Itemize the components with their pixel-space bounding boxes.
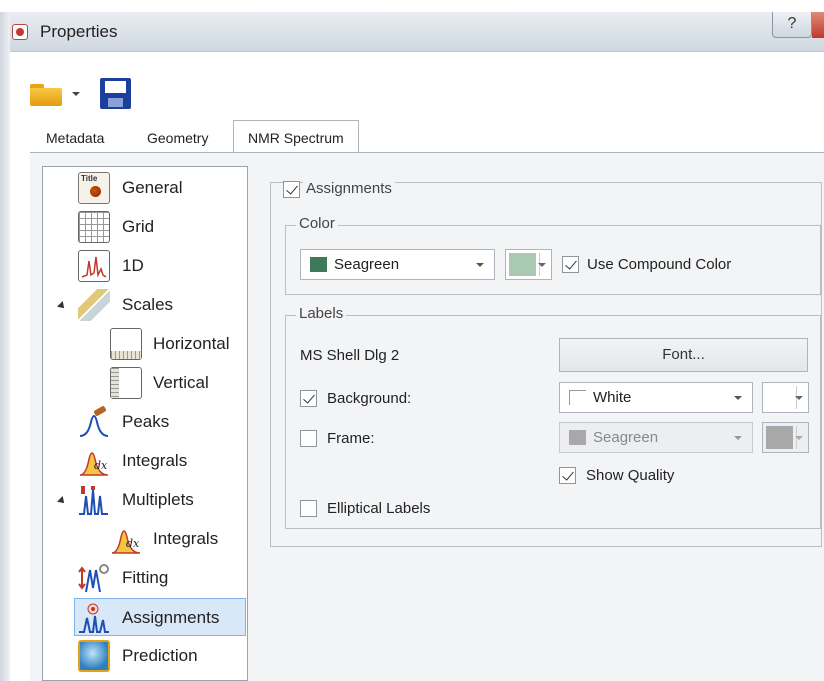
title-icon [78, 172, 110, 204]
close-button[interactable] [812, 12, 824, 38]
window-frame-edge [0, 12, 10, 681]
ruler-vertical-icon [110, 367, 142, 399]
prediction-icon [78, 640, 110, 672]
tree-item-label: Assignments [122, 608, 220, 627]
compound-color-picker[interactable] [505, 249, 552, 280]
top-strip [0, 0, 824, 12]
frame-checkbox[interactable] [300, 430, 317, 447]
tree-item-fitting[interactable]: Fitting [43, 559, 247, 597]
frame-picker-swatch [766, 426, 793, 449]
frame-label: Frame: [327, 430, 375, 447]
assignments-checkbox[interactable] [283, 181, 300, 198]
labels-group: Labels MS Shell Dlg 2 Font... Background… [285, 305, 821, 529]
tree-item-label: Peaks [122, 412, 170, 431]
tree-item-multiplets[interactable]: Multiplets [43, 481, 247, 519]
tree-item-label: Fitting [122, 568, 169, 587]
peak-pick-icon [78, 406, 110, 438]
tree-item-label: Grid [122, 217, 155, 236]
frame-swatch [569, 430, 586, 445]
frame-color-picker[interactable] [762, 422, 809, 453]
frame-color-select[interactable]: Seagreen [559, 422, 753, 453]
tree-item-label: Multiplets [122, 490, 194, 509]
folder-open-icon[interactable] [30, 84, 62, 106]
color-select-value: Seagreen [334, 256, 400, 273]
app-icon [12, 24, 28, 40]
assignments-title: Assignments [303, 180, 395, 197]
properties-window: Properties ? Metadata Geometry NMR Spect… [0, 0, 824, 681]
assignment-icon [78, 602, 110, 634]
compound-color-swatch [509, 253, 536, 276]
show-quality-checkbox[interactable] [559, 467, 576, 484]
chevron-down-icon [538, 263, 546, 267]
tree-expander-icon[interactable] [57, 301, 67, 311]
chevron-down-icon [734, 396, 742, 400]
window-title: Properties [40, 22, 118, 41]
show-quality-label: Show Quality [586, 467, 675, 484]
use-compound-color-label: Use Compound Color [587, 256, 732, 273]
background-color-picker[interactable] [762, 382, 809, 413]
background-swatch [569, 390, 586, 405]
tree-item-general[interactable]: General [43, 169, 247, 207]
background-picker-swatch [766, 386, 793, 409]
color-group-title: Color [296, 215, 338, 232]
background-label: Background: [327, 390, 412, 407]
color-select[interactable]: Seagreen [300, 249, 495, 280]
tree-item-label: Horizontal [153, 334, 230, 353]
svg-text:dx: dx [94, 459, 108, 472]
tree-item-label: Integrals [153, 529, 219, 548]
font-name-label: MS Shell Dlg 2 [300, 347, 400, 364]
fitting-icon [78, 562, 110, 594]
tree-item-label: Integrals [122, 451, 188, 470]
spectrum-1d-icon [78, 250, 110, 282]
tree-item-grid[interactable]: Grid [43, 208, 247, 246]
tree-item-label: Vertical [153, 373, 209, 392]
tree-item-assignments[interactable]: Assignments [74, 598, 246, 636]
rulers-icon [78, 289, 110, 321]
chevron-down-icon [734, 436, 742, 440]
chevron-down-icon[interactable] [72, 92, 80, 96]
integral-icon: dx [110, 523, 142, 555]
frame-select-value: Seagreen [593, 429, 659, 446]
help-button[interactable]: ? [772, 12, 812, 38]
svg-text:dx: dx [126, 537, 140, 550]
tab-geometry[interactable]: Geometry [133, 124, 222, 153]
tree-item-vertical[interactable]: Vertical [43, 364, 247, 402]
integral-icon: dx [78, 445, 110, 477]
tree-expander-icon[interactable] [57, 496, 67, 506]
grid-icon [78, 211, 110, 243]
title-bar[interactable] [0, 12, 824, 52]
chevron-down-icon [476, 263, 484, 267]
tree-item-integrals[interactable]: dx Integrals [43, 442, 247, 480]
elliptical-labels-checkbox[interactable] [300, 500, 317, 517]
tree-item-prediction[interactable]: Prediction [43, 637, 247, 675]
tree-item-label: Scales [122, 295, 174, 314]
background-select-value: White [593, 389, 632, 406]
multiplet-icon [78, 484, 110, 516]
tree-item-multiplet-integrals[interactable]: dx Integrals [43, 520, 247, 558]
tab-nmr-spectrum[interactable]: NMR Spectrum [233, 120, 359, 154]
use-compound-color-checkbox[interactable] [562, 256, 579, 273]
tree-item-peaks[interactable]: Peaks [43, 403, 247, 441]
chevron-down-icon [795, 396, 803, 400]
settings-tree[interactable]: General Grid 1D Scales Horizontal Vertic… [42, 166, 248, 681]
color-group: Color Seagreen Use Compound Color [285, 215, 821, 295]
background-checkbox[interactable] [300, 390, 317, 407]
labels-group-title: Labels [296, 305, 347, 322]
chevron-down-icon [795, 436, 803, 440]
background-color-select[interactable]: White [559, 382, 753, 413]
tab-bar: Metadata Geometry NMR Spectrum [30, 120, 824, 154]
tree-item-horizontal[interactable]: Horizontal [43, 325, 247, 363]
tree-item-label: 1D [122, 256, 144, 275]
ruler-horizontal-icon [110, 328, 142, 360]
tree-item-scales[interactable]: Scales [43, 286, 247, 324]
tree-item-label: Prediction [122, 646, 198, 665]
font-button[interactable]: Font... [559, 338, 808, 372]
save-icon[interactable] [100, 78, 131, 109]
tree-item-1d[interactable]: 1D [43, 247, 247, 285]
elliptical-labels-label: Elliptical Labels [327, 500, 431, 517]
assignments-panel: Assignments Color Seagreen Use Compound … [270, 180, 822, 547]
tab-metadata[interactable]: Metadata [32, 124, 118, 153]
color-swatch [310, 257, 327, 272]
tree-item-label: General [122, 178, 183, 197]
